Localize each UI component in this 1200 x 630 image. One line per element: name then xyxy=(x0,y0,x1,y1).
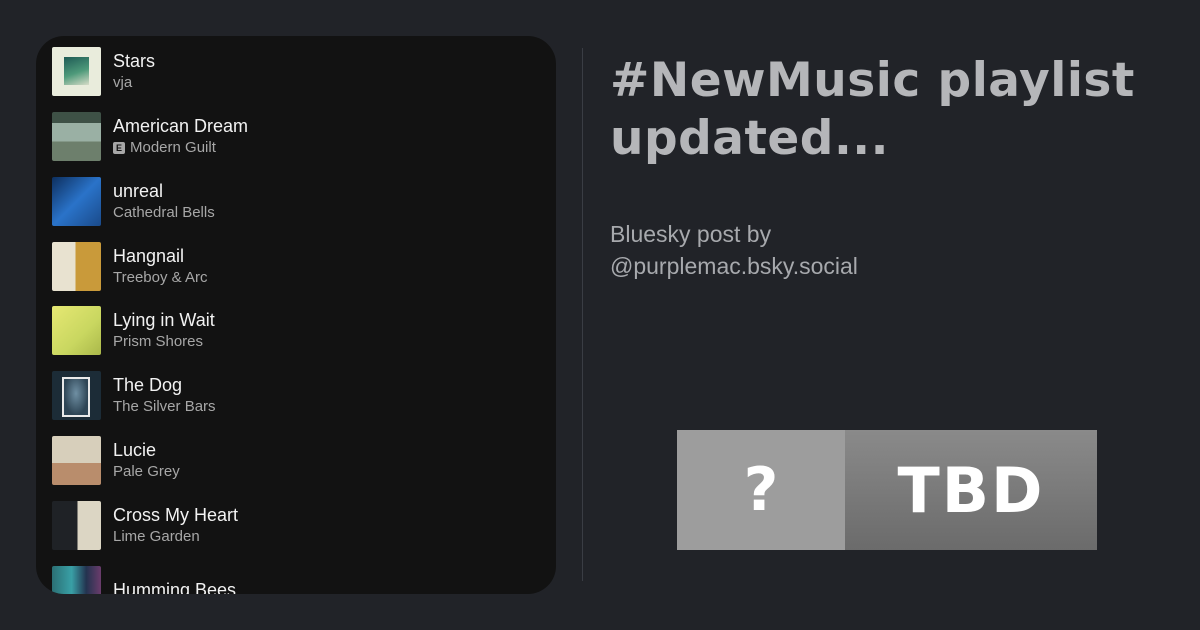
track-artist[interactable]: Lime Garden xyxy=(113,527,200,546)
track-artist[interactable]: Cathedral Bells xyxy=(113,203,215,222)
album-art xyxy=(52,241,101,291)
album-art xyxy=(52,500,101,550)
tbd-badge: ? TBD xyxy=(677,430,1097,550)
album-art xyxy=(52,111,101,161)
track-row[interactable]: Cross My Heart Lime Garden xyxy=(52,497,532,553)
playlist-panel: Stars vja American Dream E Modern Guilt … xyxy=(36,36,556,594)
track-row[interactable]: Lucie Pale Grey xyxy=(52,432,532,488)
track-row[interactable]: Hangnail Treeboy & Arc xyxy=(52,238,532,294)
track-row[interactable]: unreal Cathedral Bells xyxy=(52,173,532,229)
track-title: Cross My Heart xyxy=(113,505,239,525)
track-artist[interactable]: vja xyxy=(113,73,132,92)
track-title: Hangnail xyxy=(113,246,185,266)
track-row[interactable]: Lying in Wait Prism Shores xyxy=(52,302,532,358)
track-artist[interactable]: Prism Shores xyxy=(113,332,203,351)
post-title-line: #NewMusic playlist xyxy=(610,53,1135,108)
track-row[interactable]: Humming Bees xyxy=(52,562,532,594)
post-title: #NewMusic playlist updated... xyxy=(610,52,1200,168)
track-artist[interactable]: The Silver Bars xyxy=(113,397,216,416)
album-art xyxy=(52,565,101,594)
album-art xyxy=(52,435,101,485)
track-row[interactable]: American Dream E Modern Guilt xyxy=(52,108,532,164)
divider xyxy=(582,48,583,581)
album-art xyxy=(52,370,101,420)
track-title: The Dog xyxy=(113,375,183,395)
track-title: Lying in Wait xyxy=(113,310,215,330)
album-art xyxy=(52,305,101,355)
track-title: Humming Bees xyxy=(113,579,237,595)
tbd-label: TBD xyxy=(845,430,1097,550)
track-artist[interactable]: Pale Grey xyxy=(113,462,180,481)
author-handle[interactable]: @purplemac.bsky.social xyxy=(610,250,858,282)
track-title: Stars xyxy=(113,51,156,71)
track-artist[interactable]: Treeboy & Arc xyxy=(113,268,207,287)
album-art xyxy=(52,176,101,226)
track-title: American Dream xyxy=(113,116,249,136)
explicit-badge: E xyxy=(113,141,125,154)
post-byline: Bluesky post by @purplemac.bsky.social xyxy=(610,218,858,282)
post-title-line: updated... xyxy=(610,111,890,166)
track-artist[interactable]: Modern Guilt xyxy=(130,138,216,157)
track-title: unreal xyxy=(113,181,164,201)
question-mark-icon: ? xyxy=(677,430,845,550)
byline-text: Bluesky post by xyxy=(610,221,772,247)
track-title: Lucie xyxy=(113,440,157,460)
track-row[interactable]: Stars vja xyxy=(52,43,532,99)
track-row[interactable]: The Dog The Silver Bars xyxy=(52,367,532,423)
album-art xyxy=(52,46,101,96)
